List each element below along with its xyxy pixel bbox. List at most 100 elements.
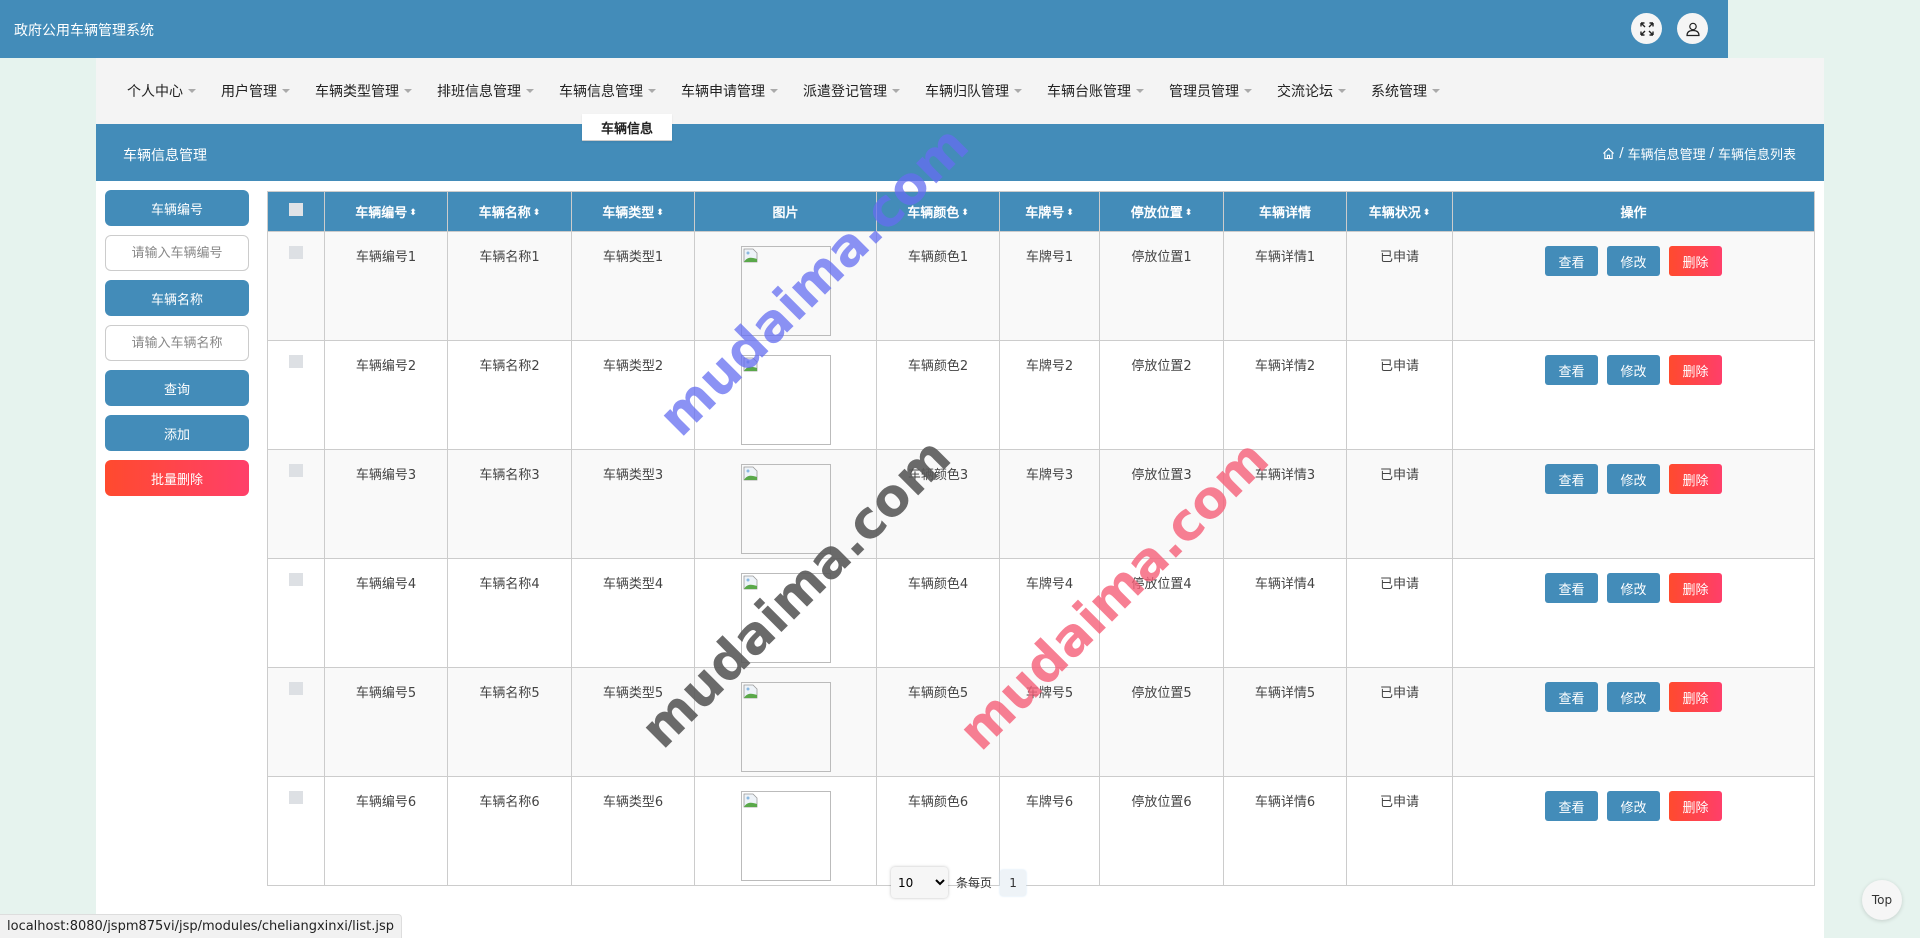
view-button[interactable]: 查看	[1545, 791, 1598, 821]
sort-icon[interactable]: ⬍	[533, 209, 541, 218]
delete-button[interactable]: 删除	[1669, 355, 1722, 385]
sort-icon[interactable]: ⬍	[1185, 209, 1193, 218]
nav-item-system-management[interactable]: 系统管理	[1371, 81, 1440, 101]
nav-item-vehicle-application-management[interactable]: 车辆申请管理	[681, 81, 778, 101]
edit-button[interactable]: 修改	[1607, 791, 1660, 821]
cell-parking-location: 停放位置3	[1099, 449, 1224, 559]
delete-button[interactable]: 删除	[1669, 246, 1722, 276]
user-menu-button[interactable]	[1677, 13, 1708, 44]
header-vehicle-detail: 车辆详情	[1223, 191, 1347, 232]
cell-parking-location: 停放位置1	[1099, 231, 1224, 341]
query-button[interactable]: 查询	[105, 370, 249, 406]
nav-item-forum[interactable]: 交流论坛	[1277, 81, 1346, 101]
vehicle-no-label: 车辆编号	[105, 190, 249, 226]
edit-button[interactable]: 修改	[1607, 355, 1660, 385]
cell-vehicle-detail: 车辆详情4	[1223, 558, 1347, 668]
sort-icon[interactable]: ⬍	[1423, 209, 1431, 218]
breadcrumb-separator: /	[1619, 146, 1624, 161]
view-button[interactable]: 查看	[1545, 246, 1598, 276]
header-parking-location[interactable]: 停放位置 ⬍	[1099, 191, 1224, 232]
caret-down-icon	[770, 89, 778, 93]
vehicle-name-input[interactable]	[105, 325, 249, 361]
nav-label: 用户管理	[221, 84, 277, 100]
sort-icon[interactable]: ⬍	[961, 209, 969, 218]
page-size-select[interactable]: 10	[891, 867, 948, 898]
nav-item-schedule-management[interactable]: 排班信息管理	[437, 81, 534, 101]
per-page-label: 条每页	[956, 876, 993, 890]
view-button[interactable]: 查看	[1545, 682, 1598, 712]
nav-item-vehicle-return-management[interactable]: 车辆归队管理	[925, 81, 1022, 101]
cell-vehicle-name: 车辆名称2	[447, 340, 572, 450]
row-checkbox[interactable]	[289, 464, 303, 477]
cell-plate-no: 车牌号2	[999, 340, 1100, 450]
row-checkbox[interactable]	[289, 682, 303, 695]
delete-button[interactable]: 删除	[1669, 464, 1722, 494]
header-vehicle-status[interactable]: 车辆状况 ⬍	[1346, 191, 1453, 232]
add-button[interactable]: 添加	[105, 415, 249, 451]
pagination: 10 条每页 1	[891, 867, 1027, 898]
delete-button[interactable]: 删除	[1669, 682, 1722, 712]
nav-label: 派遣登记管理	[803, 84, 887, 100]
row-checkbox[interactable]	[289, 246, 303, 259]
cell-actions: 查看 修改 删除	[1452, 776, 1815, 886]
view-button[interactable]: 查看	[1545, 573, 1598, 603]
nav-item-user-management[interactable]: 用户管理	[221, 81, 290, 101]
caret-down-icon	[1338, 89, 1346, 93]
caret-down-icon	[526, 89, 534, 93]
cell-vehicle-status: 已申请	[1346, 231, 1453, 341]
header-vehicle-type[interactable]: 车辆类型 ⬍	[571, 191, 695, 232]
sort-icon[interactable]: ⬍	[656, 209, 664, 218]
view-button[interactable]: 查看	[1545, 464, 1598, 494]
vehicle-image[interactable]	[740, 464, 831, 554]
edit-button[interactable]: 修改	[1607, 573, 1660, 603]
vehicle-image[interactable]	[740, 355, 831, 445]
sort-icon[interactable]: ⬍	[1066, 209, 1074, 218]
edit-button[interactable]: 修改	[1607, 464, 1660, 494]
batch-delete-button[interactable]: 批量删除	[105, 460, 249, 496]
nav-item-vehicle-type-management[interactable]: 车辆类型管理	[315, 81, 412, 101]
fullscreen-button[interactable]	[1631, 13, 1662, 44]
edit-button[interactable]: 修改	[1607, 246, 1660, 276]
back-to-top-button[interactable]: Top	[1862, 880, 1902, 920]
vehicle-no-input[interactable]	[105, 235, 249, 271]
table-row: 车辆编号6 车辆名称6 车辆类型6 车辆颜色6 车牌号6 停放位置6 车辆详情6…	[267, 776, 1815, 886]
delete-button[interactable]: 删除	[1669, 573, 1722, 603]
header-plate-no[interactable]: 车牌号 ⬍	[999, 191, 1100, 232]
sort-icon[interactable]: ⬍	[409, 209, 417, 218]
row-checkbox[interactable]	[289, 791, 303, 804]
dropdown-item-vehicle-info[interactable]: 车辆信息	[582, 114, 672, 141]
cell-vehicle-name: 车辆名称4	[447, 558, 572, 668]
vehicle-image[interactable]	[740, 573, 831, 663]
cell-vehicle-status: 已申请	[1346, 449, 1453, 559]
row-checkbox[interactable]	[289, 573, 303, 586]
header-vehicle-no[interactable]: 车辆编号 ⬍	[324, 191, 448, 232]
cell-vehicle-color: 车辆颜色4	[876, 558, 1000, 668]
view-button[interactable]: 查看	[1545, 355, 1598, 385]
vehicle-image[interactable]	[740, 791, 831, 881]
delete-button[interactable]: 删除	[1669, 791, 1722, 821]
nav-item-vehicle-ledger-management[interactable]: 车辆台账管理	[1047, 81, 1144, 101]
user-icon	[1685, 22, 1700, 36]
breadcrumb-item[interactable]: 车辆信息管理	[1628, 144, 1706, 163]
cell-vehicle-color: 车辆颜色1	[876, 231, 1000, 341]
row-checkbox[interactable]	[289, 355, 303, 368]
vehicle-image[interactable]	[740, 246, 831, 336]
header-vehicle-name[interactable]: 车辆名称 ⬍	[447, 191, 572, 232]
nav-item-personal-center[interactable]: 个人中心	[127, 81, 196, 101]
nav-item-admin-management[interactable]: 管理员管理	[1169, 81, 1252, 101]
header-vehicle-color[interactable]: 车辆颜色 ⬍	[876, 191, 1000, 232]
select-all-checkbox[interactable]	[289, 203, 303, 216]
home-icon[interactable]	[1602, 147, 1615, 160]
nav-label: 车辆台账管理	[1047, 84, 1131, 100]
broken-image-icon	[743, 466, 757, 481]
top-header: 政府公用车辆管理系统	[0, 0, 1728, 58]
nav-label: 车辆信息管理	[559, 84, 643, 100]
breadcrumb: / 车辆信息管理 / 车辆信息列表	[1602, 144, 1796, 163]
vehicle-image[interactable]	[740, 682, 831, 772]
page-number-current[interactable]: 1	[1000, 869, 1027, 896]
edit-button[interactable]: 修改	[1607, 682, 1660, 712]
nav-item-vehicle-info-management[interactable]: 车辆信息管理	[559, 81, 656, 101]
cell-parking-location: 停放位置4	[1099, 558, 1224, 668]
cell-vehicle-detail: 车辆详情3	[1223, 449, 1347, 559]
nav-item-dispatch-management[interactable]: 派遣登记管理	[803, 81, 900, 101]
